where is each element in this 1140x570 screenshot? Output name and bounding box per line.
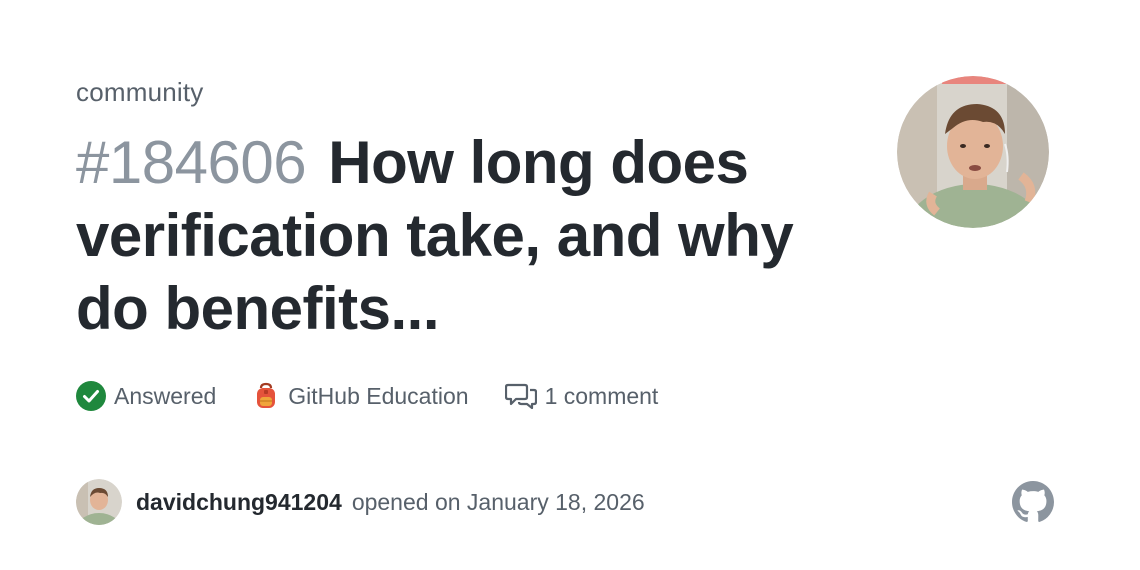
discussion-meta: Answered GitHub Education 1 comment: [76, 378, 694, 414]
social-preview-card: community #184606 How long does verifica…: [0, 0, 1140, 570]
author-info: davidchung941204 opened on January 18, 2…: [76, 479, 645, 525]
discussion-title[interactable]: #184606 How long does verification take,…: [76, 126, 816, 345]
author-avatar-large: [897, 76, 1049, 228]
answered-status: Answered: [76, 381, 216, 411]
category-label: GitHub Education: [288, 382, 469, 409]
comment-discussion-icon: [504, 381, 537, 411]
repository-name[interactable]: community: [76, 77, 204, 108]
status-label: Answered: [114, 382, 217, 409]
discussion-number: #184606: [76, 129, 307, 196]
opened-date: opened on January 18, 2026: [351, 488, 645, 515]
comments-count[interactable]: 1 comment: [504, 381, 659, 411]
category-link[interactable]: GitHub Education: [252, 382, 469, 410]
comments-label: 1 comment: [544, 382, 659, 409]
backpack-icon: [252, 382, 280, 410]
author-avatar[interactable]: [76, 479, 122, 525]
check-circle-icon: [76, 381, 106, 411]
author-username[interactable]: davidchung941204: [136, 489, 342, 516]
github-logo-icon[interactable]: [1012, 481, 1054, 523]
